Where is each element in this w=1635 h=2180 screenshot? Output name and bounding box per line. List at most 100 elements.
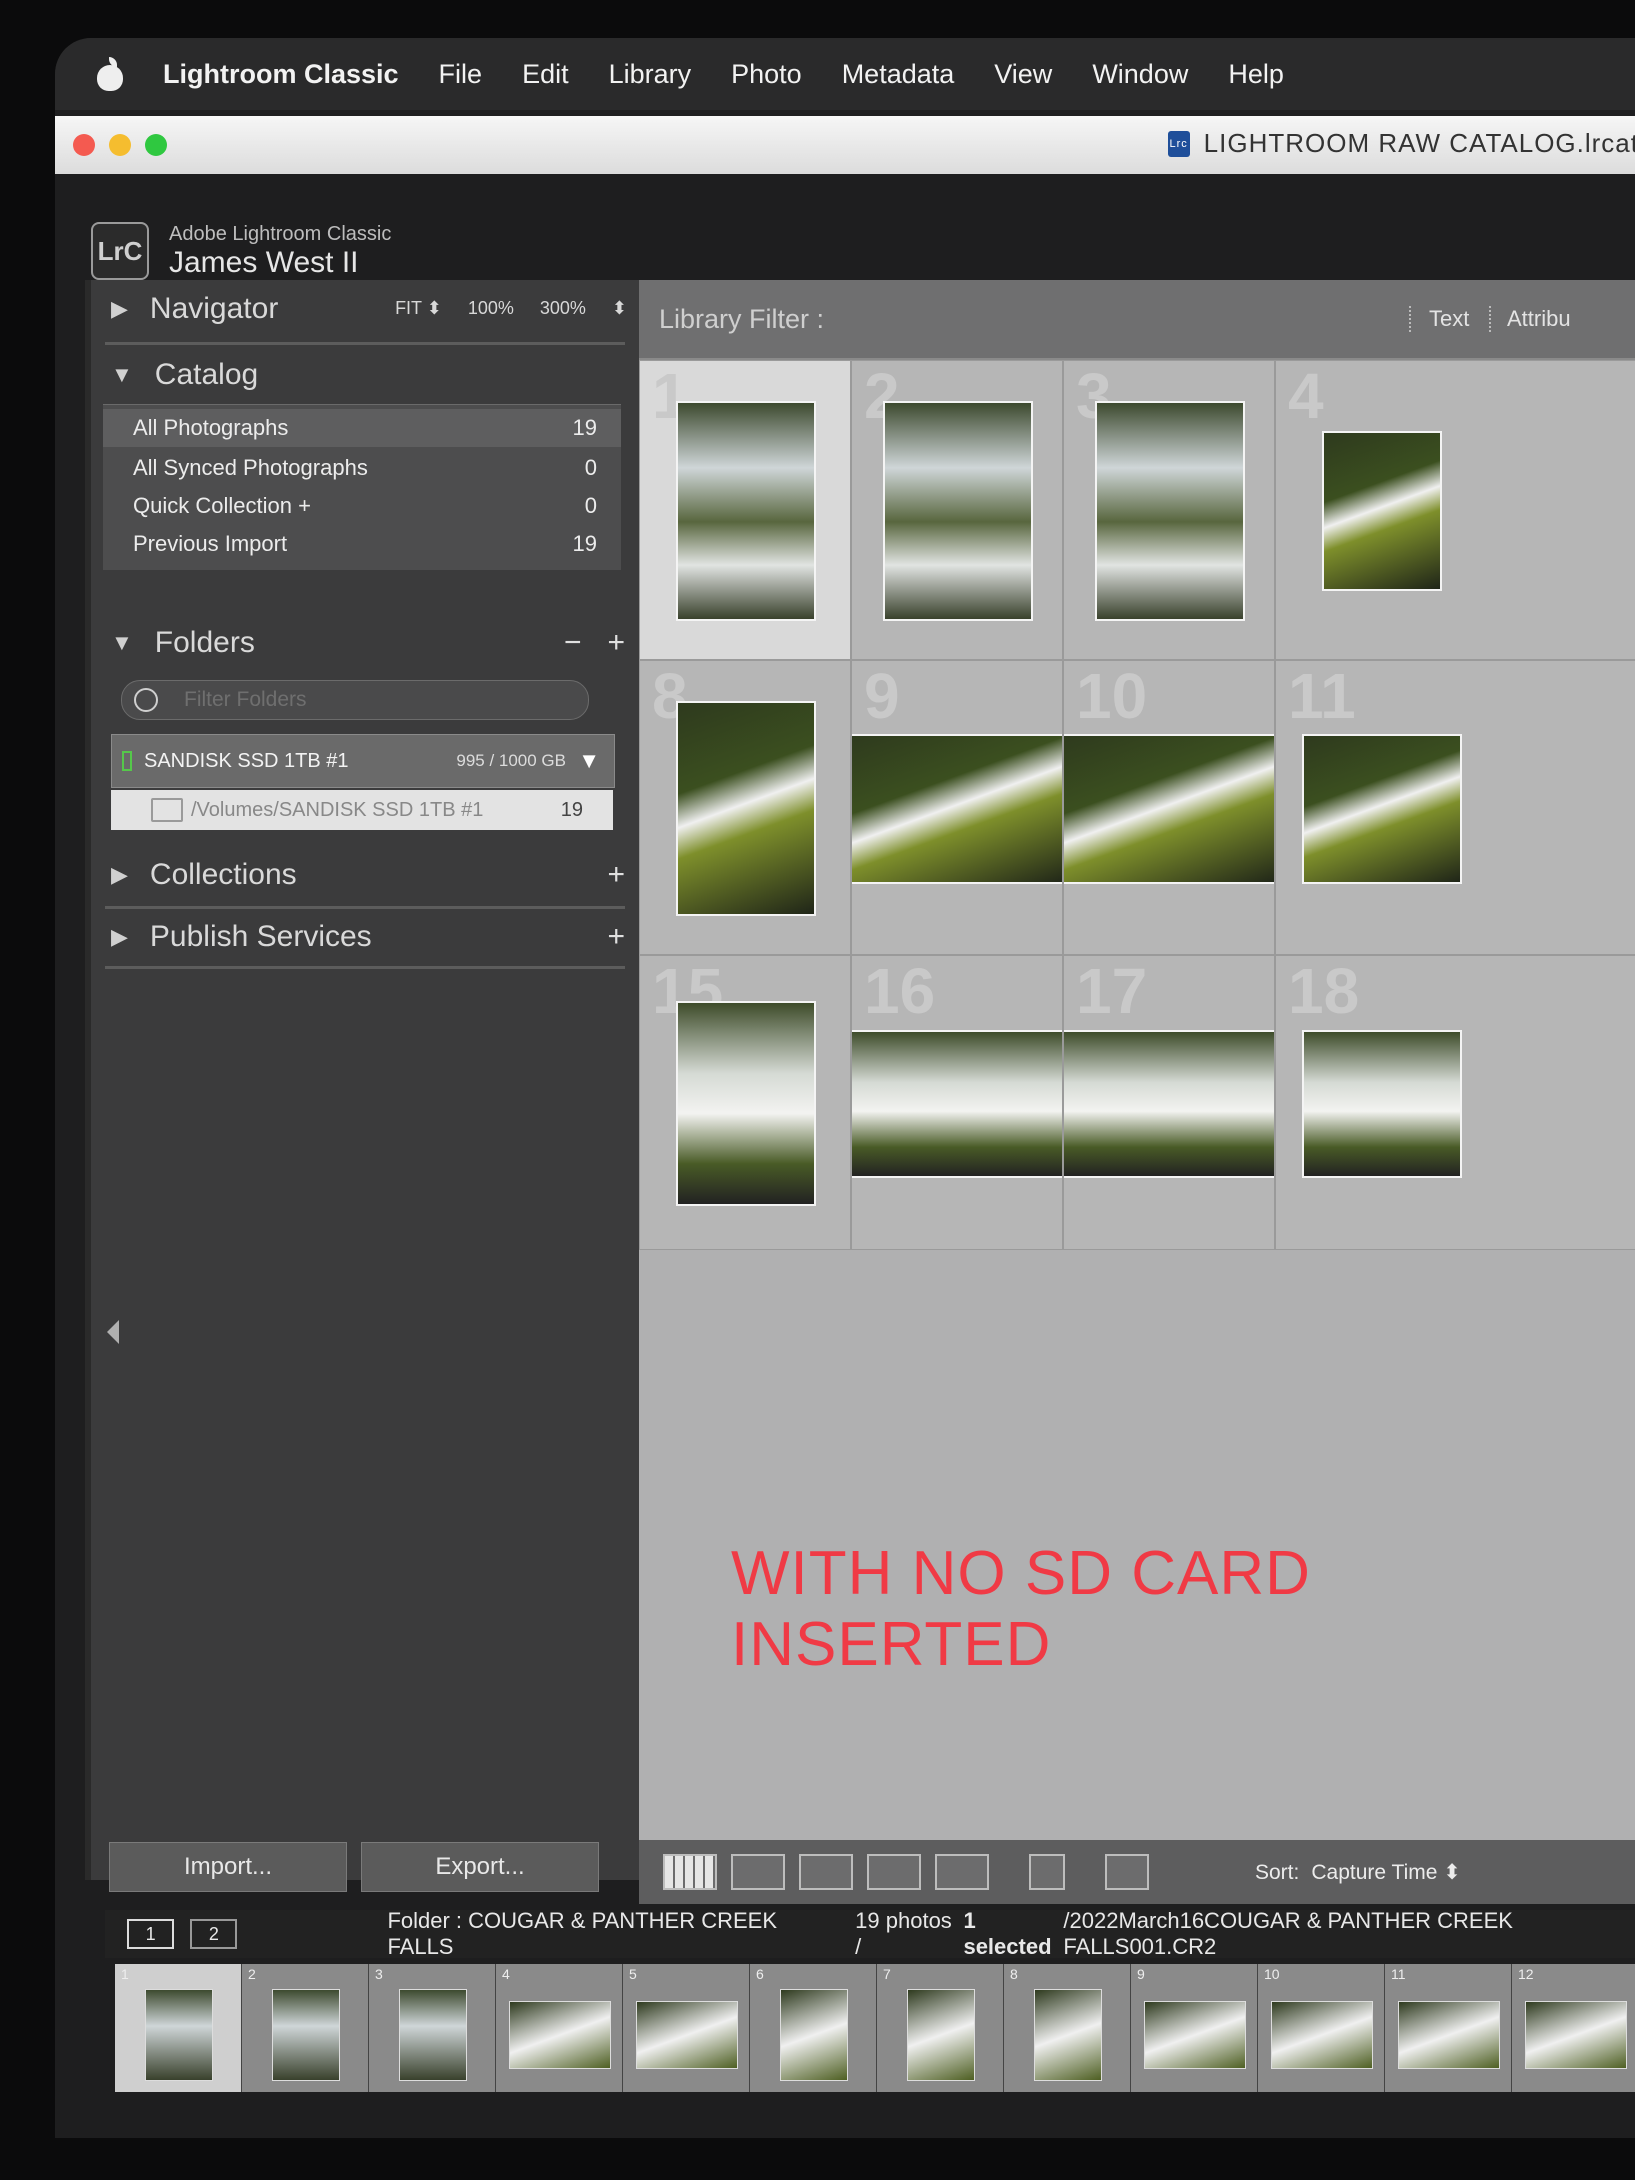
filter-text-tab[interactable]: Text xyxy=(1429,306,1469,332)
catalog-previous-import[interactable]: Previous Import 19 xyxy=(103,525,621,563)
export-button[interactable]: Export... xyxy=(361,1842,599,1892)
frame-thumbnail[interactable] xyxy=(509,2001,611,2069)
survey-view-button[interactable] xyxy=(867,1854,921,1890)
photo-thumbnail[interactable] xyxy=(852,734,1062,884)
frame-thumbnail[interactable] xyxy=(1525,2001,1627,2069)
grid-cell[interactable]: 3 xyxy=(1063,360,1275,660)
catalog-all-synced[interactable]: All Synced Photographs 0 xyxy=(103,449,621,487)
close-window-button[interactable] xyxy=(73,134,95,156)
window-2-button[interactable]: 2 xyxy=(190,1919,238,1949)
catalog-quick-collection[interactable]: Quick Collection + 0 xyxy=(103,487,621,525)
grid-cell[interactable]: 11 xyxy=(1275,660,1635,955)
filmstrip-frame[interactable]: 10 xyxy=(1258,1964,1385,2092)
filmstrip-frame[interactable]: 7 xyxy=(877,1964,1004,2092)
grid-cell[interactable]: 1 xyxy=(639,360,851,660)
frame-thumbnail[interactable] xyxy=(1398,2001,1500,2069)
frame-number: 3 xyxy=(375,1966,383,1982)
frame-thumbnail[interactable] xyxy=(907,1989,975,2081)
frame-thumbnail[interactable] xyxy=(636,2001,738,2069)
collapse-left-panel-icon[interactable] xyxy=(107,1320,119,1344)
filter-attribute-tab[interactable]: Attribu xyxy=(1507,306,1571,332)
volume-sandisk[interactable]: SANDISK SSD 1TB #1 995 / 1000 GB ▼ xyxy=(111,734,615,788)
photo-thumbnail[interactable] xyxy=(676,701,816,916)
people-view-button[interactable] xyxy=(935,1854,989,1890)
menu-photo[interactable]: Photo xyxy=(731,59,802,90)
grid-cell[interactable]: 4 xyxy=(1275,360,1635,660)
apple-icon[interactable] xyxy=(93,57,127,91)
loupe-view-button[interactable] xyxy=(731,1854,785,1890)
folder-volumes-sandisk[interactable]: /Volumes/SANDISK SSD 1TB #1 19 xyxy=(111,790,613,830)
frame-thumbnail[interactable] xyxy=(1271,2001,1373,2069)
compare-view-button[interactable] xyxy=(799,1854,853,1890)
photo-thumbnail[interactable] xyxy=(1302,1030,1462,1178)
zoom-stepper-icon[interactable]: ⬍ xyxy=(612,298,627,319)
grid-cell[interactable]: 10 xyxy=(1063,660,1275,955)
frame-thumbnail[interactable] xyxy=(780,1989,848,2081)
filmstrip-source[interactable]: Folder : COUGAR & PANTHER CREEK FALLS xyxy=(387,1908,821,1960)
grid-cell[interactable]: 2 xyxy=(851,360,1063,660)
grid-cell[interactable]: 18 xyxy=(1275,955,1635,1250)
menu-file[interactable]: File xyxy=(439,59,483,90)
sort-control[interactable]: Sort: Capture Time ⬍ xyxy=(1255,1860,1461,1885)
add-folder-button[interactable]: + xyxy=(607,626,625,660)
filmstrip-frame[interactable]: 5 xyxy=(623,1964,750,2092)
collections-header[interactable]: ▶ Collections + xyxy=(91,846,643,904)
frame-thumbnail[interactable] xyxy=(1144,2001,1246,2069)
grid-cell[interactable]: 15 xyxy=(639,955,851,1250)
grid-cell[interactable]: 9 xyxy=(851,660,1063,955)
grid-cell[interactable]: 16 xyxy=(851,955,1063,1250)
zoom-300-option[interactable]: 300% xyxy=(540,298,586,319)
minimize-window-button[interactable] xyxy=(109,134,131,156)
grid-view-button[interactable] xyxy=(663,1854,717,1890)
filmstrip-frame[interactable]: 9 xyxy=(1131,1964,1258,2092)
menu-window[interactable]: Window xyxy=(1092,59,1188,90)
menu-edit[interactable]: Edit xyxy=(522,59,569,90)
filmstrip-frame[interactable]: 4 xyxy=(496,1964,623,2092)
filmstrip-frame[interactable]: 8 xyxy=(1004,1964,1131,2092)
add-publish-service-button[interactable]: + xyxy=(607,920,625,954)
frame-thumbnail[interactable] xyxy=(399,1989,467,2081)
catalog-header[interactable]: ▼ Catalog xyxy=(91,346,643,404)
zoom-window-button[interactable] xyxy=(145,134,167,156)
frame-thumbnail[interactable] xyxy=(272,1989,340,2081)
grid-cell[interactable]: 8 xyxy=(639,660,851,955)
add-collection-button[interactable]: + xyxy=(607,858,625,892)
filmstrip-frame[interactable]: 3 xyxy=(369,1964,496,2092)
menu-library[interactable]: Library xyxy=(609,59,692,90)
photo-thumbnail[interactable] xyxy=(676,1001,816,1206)
import-button[interactable]: Import... xyxy=(109,1842,347,1892)
painter-icon[interactable] xyxy=(1029,1854,1065,1890)
photo-thumbnail[interactable] xyxy=(1064,1030,1274,1178)
volume-disclosure-icon[interactable]: ▼ xyxy=(578,748,600,774)
filter-folders-input[interactable]: Filter Folders xyxy=(121,680,589,720)
frame-thumbnail[interactable] xyxy=(145,1989,213,2081)
menu-help[interactable]: Help xyxy=(1228,59,1284,90)
menu-view[interactable]: View xyxy=(994,59,1052,90)
photo-thumbnail[interactable] xyxy=(1095,401,1245,621)
zoom-fit-option[interactable]: FIT ⬍ xyxy=(395,298,442,319)
filmstrip-frame[interactable]: 12 xyxy=(1512,1964,1635,2092)
publish-services-header[interactable]: ▶ Publish Services + xyxy=(91,908,643,966)
grid-cell[interactable]: 17 xyxy=(1063,955,1275,1250)
window-1-button[interactable]: 1 xyxy=(127,1919,175,1949)
photo-thumbnail[interactable] xyxy=(1322,431,1442,591)
zoom-100-option[interactable]: 100% xyxy=(468,298,514,319)
filmstrip-frame[interactable]: 2 xyxy=(242,1964,369,2092)
navigator-header[interactable]: ▶ Navigator FIT ⬍ 100% 300% ⬍ xyxy=(91,280,643,338)
photo-thumbnail[interactable] xyxy=(1302,734,1462,884)
photo-thumbnail[interactable] xyxy=(1064,734,1274,884)
filmstrip-frame[interactable]: 6 xyxy=(750,1964,877,2092)
sort-value[interactable]: Capture Time ⬍ xyxy=(1311,1861,1460,1884)
photo-thumbnail[interactable] xyxy=(676,401,816,621)
folders-header[interactable]: ▼ Folders − + xyxy=(91,614,643,672)
catalog-all-photographs[interactable]: All Photographs 19 xyxy=(103,409,621,447)
sort-direction-icon[interactable] xyxy=(1105,1854,1149,1890)
filmstrip-frame[interactable]: 11 xyxy=(1385,1964,1512,2092)
remove-folder-button[interactable]: − xyxy=(564,626,582,660)
photo-thumbnail[interactable] xyxy=(883,401,1033,621)
menu-metadata[interactable]: Metadata xyxy=(842,59,955,90)
frame-thumbnail[interactable] xyxy=(1034,1989,1102,2081)
photo-thumbnail[interactable] xyxy=(852,1030,1062,1178)
menu-app-name[interactable]: Lightroom Classic xyxy=(163,59,399,90)
filmstrip-frame[interactable]: 1 xyxy=(115,1964,242,2092)
